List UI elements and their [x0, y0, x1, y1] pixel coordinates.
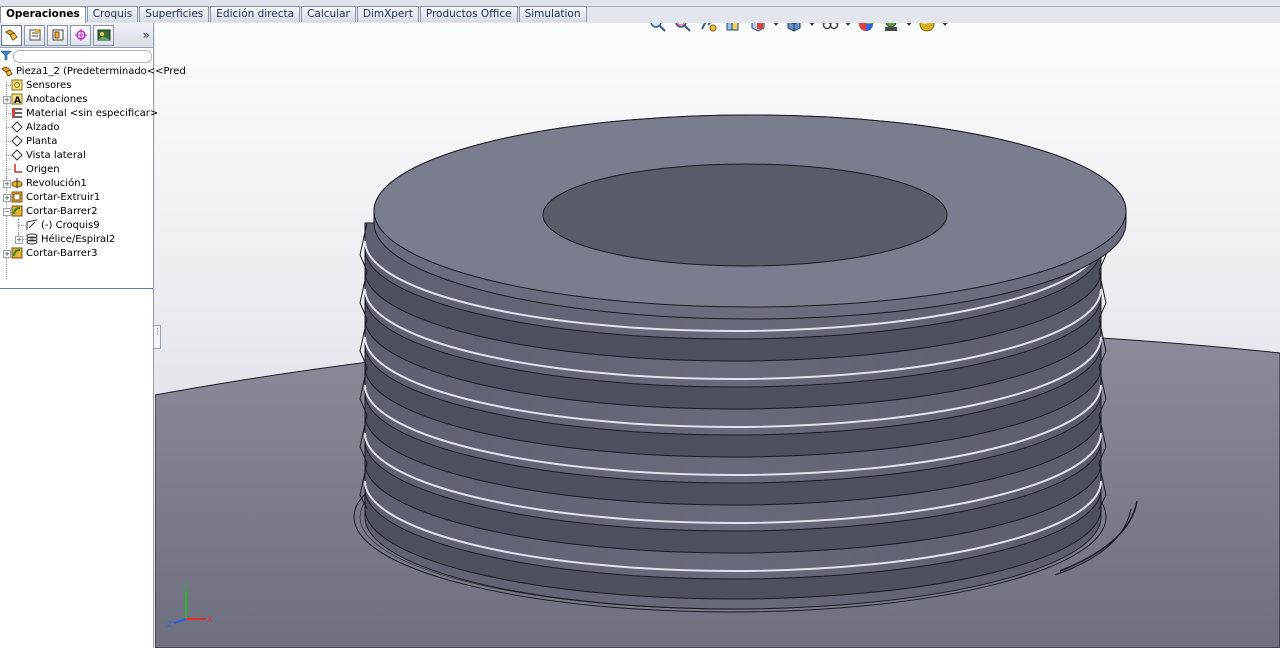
cut-sweep-icon: [10, 247, 23, 260]
triad-x-label: X: [207, 615, 213, 624]
tree-item-label: Cortar-Barrer3: [26, 247, 98, 259]
view-orientation-icon[interactable]: [747, 23, 769, 35]
display-style-icon[interactable]: [783, 23, 805, 35]
section-view-icon[interactable]: [722, 23, 744, 35]
tab-dimxpert[interactable]: DimXpert: [356, 6, 419, 22]
tree-item-helice-espiral2[interactable]: Hélice/Espiral2: [25, 232, 115, 246]
propertymanager-icon[interactable]: [24, 24, 45, 46]
origin-icon: [10, 163, 23, 176]
tree-item-label: Revolución1: [26, 177, 87, 189]
part-icon: [0, 65, 13, 78]
command-manager-tabs: Operaciones Croquis Superficies Edición …: [0, 6, 588, 23]
tree-root-label: Pieza1_2 (Predeterminado<<Pred: [16, 65, 186, 77]
tree-item-cortar-barrer3[interactable]: Cortar-Barrer3: [10, 246, 97, 260]
tree-item-label: Planta: [26, 135, 58, 147]
chevron-down-icon[interactable]: [844, 23, 852, 35]
triad-y-label: Y: [182, 583, 188, 592]
tree-item-anotaciones[interactable]: A Anotaciones: [10, 92, 87, 106]
tree-item-alzado[interactable]: Alzado: [10, 120, 59, 134]
tab-productos-office[interactable]: Productos Office: [419, 6, 518, 22]
tree-item-vista-lateral[interactable]: Vista lateral: [10, 148, 86, 162]
svg-text:A: A: [14, 96, 21, 105]
apply-scene-icon[interactable]: [880, 23, 902, 35]
tab-superficies[interactable]: Superficies: [139, 6, 210, 22]
tree-item-label: Cortar-Extruir1: [26, 191, 101, 203]
triad-z-label: Z: [167, 620, 173, 629]
tree-item-cortar-barrer2[interactable]: Cortar-Barrer2: [10, 204, 97, 218]
tree-item-label: Material <sin especificar>: [26, 107, 159, 119]
filter-icon[interactable]: [0, 50, 12, 63]
feature-manager-toolbar: »: [0, 23, 153, 48]
reference-triad: Y X Z: [164, 583, 214, 636]
helix-icon: [25, 233, 38, 246]
material-icon: [10, 107, 23, 120]
tree-item-label: Cortar-Barrer2: [26, 205, 98, 217]
hide-show-items-icon[interactable]: [819, 23, 841, 35]
feature-manager-panel: » Pieza1_2 (Predeterminado<<Pred Sensore…: [0, 23, 186, 648]
chevron-down-icon[interactable]: [772, 23, 780, 35]
chevron-down-icon[interactable]: [941, 23, 949, 35]
chevron-down-icon[interactable]: [808, 23, 816, 35]
threaded-part-model[interactable]: [155, 23, 1280, 648]
tree-item-sensores[interactable]: Sensores: [10, 78, 71, 92]
expand-toggle[interactable]: +: [15, 236, 23, 244]
tree-item-label: Sensores: [26, 79, 72, 91]
plane-icon: [10, 121, 23, 134]
configurationmanager-icon[interactable]: [47, 24, 68, 46]
tab-croquis[interactable]: Croquis: [86, 6, 139, 22]
tab-calcular[interactable]: Calcular: [301, 6, 356, 22]
tree-item-label: Origen: [26, 163, 60, 175]
filter-bar: [0, 48, 153, 64]
tree-item-cortar-extruir1[interactable]: Cortar-Extruir1: [10, 190, 100, 204]
tree-item-material[interactable]: Material <sin especificar>: [10, 106, 158, 120]
tree-item-label: Alzado: [26, 121, 60, 133]
plane-icon: [10, 149, 23, 162]
tab-edicion-directa[interactable]: Edición directa: [210, 6, 301, 22]
tree-item-label: (-) Croquis9: [41, 219, 100, 231]
tree-item-revolucion1[interactable]: Revolución1: [10, 176, 87, 190]
heads-up-view-toolbar: [647, 23, 949, 35]
expand-panel-button[interactable]: »: [143, 28, 150, 42]
sensors-icon: [10, 79, 23, 92]
filter-input[interactable]: [13, 49, 152, 63]
display-manager-icon[interactable]: [93, 24, 114, 46]
cut-extrude-icon: [10, 191, 23, 204]
annotations-icon: A: [10, 93, 23, 106]
tree-root-part[interactable]: Pieza1_2 (Predeterminado<<Pred: [0, 64, 186, 78]
tree-item-label: Hélice/Espiral2: [41, 233, 116, 245]
tab-simulation[interactable]: Simulation: [518, 6, 587, 22]
tree-item-croquis9[interactable]: (-) Croquis9: [25, 218, 100, 232]
dimxpertmanager-icon[interactable]: [70, 24, 91, 46]
cut-sweep-icon: [10, 205, 23, 218]
tree-item-origen[interactable]: Origen: [10, 162, 60, 176]
sketch-icon: [25, 219, 38, 232]
zoom-to-fit-icon[interactable]: [647, 23, 669, 35]
plane-icon: [10, 135, 23, 148]
tree-item-label: Vista lateral: [26, 149, 86, 161]
tab-operaciones[interactable]: Operaciones: [0, 6, 86, 23]
panel-splitter-handle[interactable]: ⋮: [153, 325, 161, 349]
feature-tree: Pieza1_2 (Predeterminado<<Pred Sensores …: [0, 64, 186, 289]
chevron-down-icon[interactable]: [905, 23, 913, 35]
previous-view-icon[interactable]: [697, 23, 719, 35]
tree-item-label: Anotaciones: [26, 93, 88, 105]
featuremanager-tree-icon[interactable]: [1, 24, 22, 46]
graphics-viewport[interactable]: Y X Z: [155, 23, 1280, 648]
revolve-icon: [10, 177, 23, 190]
edit-appearance-icon[interactable]: [855, 23, 877, 35]
tree-item-planta[interactable]: Planta: [10, 134, 57, 148]
zoom-to-area-icon[interactable]: [672, 23, 694, 35]
view-settings-icon[interactable]: [916, 23, 938, 35]
